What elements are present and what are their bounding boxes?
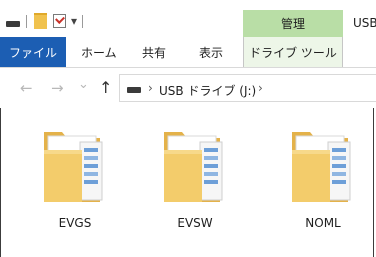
file-list: EVGS EVSW NOML [0,108,376,257]
window-title: USB [353,16,376,30]
recent-locations-chevron-icon[interactable]: ⌄ [78,76,89,94]
breadcrumb-usb-drive[interactable]: USB ドライブ (J:) [159,82,256,99]
ribbon-tabs: ファイル ホーム 共有 表示 ドライブ ツール [0,37,376,67]
tab-drive-tools[interactable]: ドライブ ツール [243,37,343,67]
breadcrumb-chevron-icon[interactable]: › [148,81,153,95]
customize-arrow-icon[interactable]: ▾ [71,14,77,28]
folder-item[interactable]: NOML [278,126,368,230]
tab-file[interactable]: ファイル [0,37,66,67]
breadcrumb-chevron-icon[interactable]: › [258,81,263,95]
new-folder-icon[interactable] [34,13,47,29]
folder-item[interactable]: EVSW [150,126,240,230]
drive-icon[interactable] [6,21,20,27]
back-arrow-icon[interactable]: ← [20,79,33,97]
folder-icon [44,132,103,202]
folder-icon [164,132,223,202]
tab-view[interactable]: 表示 [199,37,223,67]
tab-share[interactable]: 共有 [142,37,166,67]
folder-name: NOML [305,216,341,230]
folder-name: EVSW [177,216,213,230]
toolbar-separator [26,14,27,28]
folder-item[interactable]: EVGS [30,126,120,230]
navigation-bar: ← → ⌄ ↑ › USB ドライブ (J:) › [0,68,376,108]
forward-arrow-icon[interactable]: → [51,79,64,97]
up-arrow-icon[interactable]: ↑ [99,79,112,97]
toolbar-separator [82,14,84,28]
quick-access-toolbar: ▾ [6,11,90,31]
manage-context-header: 管理 [243,10,343,37]
properties-check-icon[interactable] [53,14,66,28]
title-bar: ▾ 管理 USB [0,0,376,37]
tab-home[interactable]: ホーム [81,37,117,67]
usb-drive-icon [127,87,141,93]
folder-icon [292,132,351,202]
folder-name: EVGS [58,216,92,230]
address-bar[interactable]: › USB ドライブ (J:) › [119,74,376,102]
